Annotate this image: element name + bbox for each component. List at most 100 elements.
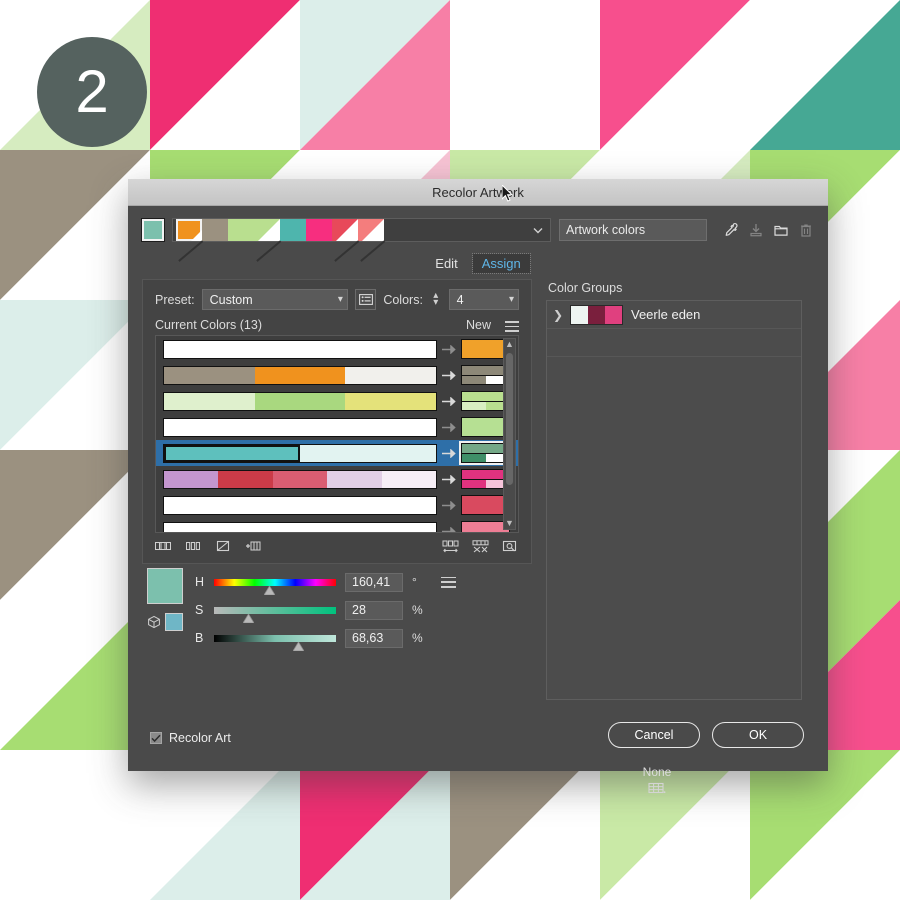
slider-track-s[interactable] — [214, 606, 336, 623]
current-color-segment[interactable] — [164, 470, 219, 488]
folder-icon[interactable] — [773, 222, 789, 238]
color-strip-swatches[interactable] — [176, 219, 385, 262]
current-color-bar[interactable] — [163, 339, 437, 359]
color-model-cube-icon[interactable] — [147, 615, 161, 629]
strip-swatch-6[interactable] — [332, 219, 359, 262]
current-color-segment[interactable] — [254, 392, 346, 410]
ok-button[interactable]: OK — [712, 722, 804, 748]
color-row[interactable] — [156, 492, 518, 518]
preset-select[interactable]: Custom ▾ — [201, 289, 348, 310]
current-color-segment[interactable] — [218, 470, 273, 488]
new-column-label: New — [465, 318, 491, 332]
current-color-segment[interactable] — [164, 444, 300, 462]
colors-count-select[interactable]: 4 ▾ — [448, 289, 519, 310]
color-row[interactable] — [156, 518, 518, 532]
color-row[interactable] — [156, 362, 518, 388]
current-color-segment[interactable] — [345, 392, 437, 410]
grid-icon[interactable] — [633, 782, 681, 799]
cancel-button[interactable]: Cancel — [608, 722, 700, 748]
separate-colors-icon[interactable] — [155, 540, 172, 554]
slider-knob[interactable] — [242, 612, 255, 623]
scroll-down-arrow-icon[interactable]: ▼ — [505, 518, 514, 529]
hamburger-menu-icon[interactable] — [505, 321, 519, 332]
slider-knob[interactable] — [263, 584, 276, 595]
secondary-color-swatch[interactable] — [165, 613, 183, 631]
current-color-segment[interactable] — [164, 418, 436, 436]
slider-knob[interactable] — [292, 640, 305, 651]
current-color-bar[interactable] — [163, 365, 437, 385]
recolor-art-checkbox-row[interactable]: Recolor Art — [150, 731, 231, 745]
color-row[interactable] — [156, 466, 518, 492]
dialog-titlebar[interactable]: Recolor Artwork — [128, 179, 828, 206]
recolor-art-checkbox[interactable] — [150, 732, 162, 744]
current-color-segment[interactable] — [164, 496, 436, 514]
color-list-scrollbar[interactable]: ▲ ▼ — [503, 338, 516, 530]
current-color-segment[interactable] — [164, 392, 255, 410]
colors-label: Colors: — [383, 292, 423, 307]
strip-swatch-7[interactable] — [358, 219, 385, 262]
strip-swatch-1[interactable] — [202, 219, 228, 241]
chevron-down-icon: ▾ — [337, 294, 343, 305]
strip-swatch-5[interactable] — [306, 219, 332, 241]
dialog-top-row: Artwork colors — [128, 206, 828, 262]
current-color-segment[interactable] — [272, 470, 328, 488]
strip-swatch-0[interactable] — [176, 219, 203, 262]
strip-swatch-3[interactable] — [254, 219, 281, 262]
scrollbar-thumb[interactable] — [506, 353, 513, 485]
trash-icon[interactable] — [798, 222, 814, 238]
new-color-tint — [462, 479, 486, 488]
save-icon[interactable] — [748, 222, 764, 238]
reorder-colors-icon[interactable] — [442, 540, 459, 554]
slider-track-b[interactable] — [214, 634, 336, 651]
color-group-item[interactable]: ❯ Veerle eden — [547, 301, 801, 329]
color-groups-empty-row — [547, 329, 801, 357]
tab-assign[interactable]: Assign — [471, 253, 531, 274]
slider-value-input-b[interactable]: 68,63 — [345, 628, 403, 648]
group-swatch-1 — [588, 305, 605, 324]
current-color-bar[interactable] — [163, 521, 437, 532]
artwork-colors-strip[interactable] — [172, 218, 551, 262]
slider-track-h[interactable] — [214, 578, 336, 595]
color-row[interactable] — [156, 414, 518, 440]
eyedropper-icon[interactable] — [723, 222, 739, 238]
randomize-brightness-icon[interactable] — [502, 540, 519, 554]
new-color-bottom — [462, 452, 509, 462]
hsb-preview-swatch[interactable] — [147, 568, 183, 604]
slider-value-input-h[interactable]: 160,41 — [345, 572, 403, 592]
current-color-segment[interactable] — [164, 366, 255, 384]
color-groups-list[interactable]: ❯ Veerle eden — [546, 300, 802, 700]
current-colors-list[interactable]: ▲ ▼ — [155, 335, 519, 533]
color-mode-menu-icon[interactable] — [441, 576, 456, 588]
color-row[interactable] — [156, 388, 518, 414]
current-color-bar[interactable] — [163, 469, 437, 489]
strip-swatch-2[interactable] — [228, 219, 254, 241]
color-row[interactable] — [156, 336, 518, 362]
strip-swatch-4[interactable] — [280, 219, 306, 241]
stepper-down-icon[interactable]: ▾ — [433, 297, 438, 307]
color-row[interactable] — [156, 440, 518, 466]
current-color-segment[interactable] — [345, 366, 437, 384]
tab-edit[interactable]: Edit — [426, 254, 466, 273]
current-color-segment[interactable] — [327, 470, 382, 488]
current-color-segment[interactable] — [164, 340, 436, 358]
current-color-segment[interactable] — [300, 444, 436, 462]
current-color-bar[interactable] — [163, 391, 437, 411]
current-color-segment[interactable] — [254, 366, 346, 384]
current-color-segment[interactable] — [164, 522, 436, 532]
strip-dropdown-caret-icon[interactable] — [528, 227, 548, 234]
scroll-up-arrow-icon[interactable]: ▲ — [505, 339, 514, 350]
current-color-bar[interactable] — [163, 417, 437, 437]
current-color-segment[interactable] — [381, 470, 437, 488]
randomize-order-icon[interactable] — [472, 540, 489, 554]
exclude-color-icon[interactable] — [215, 540, 232, 554]
slider-value-input-s[interactable]: 28 — [345, 600, 403, 620]
current-color-bar[interactable] — [163, 495, 437, 515]
merge-colors-icon[interactable] — [185, 540, 202, 554]
active-color-swatch[interactable] — [141, 218, 165, 242]
color-group-name-input[interactable]: Artwork colors — [559, 219, 707, 241]
add-new-row-icon[interactable] — [245, 540, 262, 554]
colors-stepper[interactable]: ▴ ▾ — [430, 289, 442, 310]
chevron-right-icon[interactable]: ❯ — [553, 308, 563, 322]
current-color-bar[interactable] — [163, 443, 437, 463]
color-reduction-options-button[interactable] — [354, 289, 377, 310]
